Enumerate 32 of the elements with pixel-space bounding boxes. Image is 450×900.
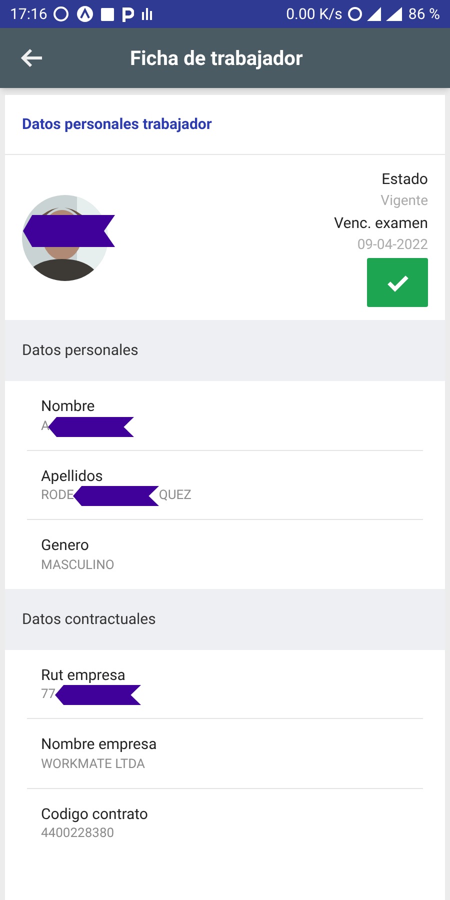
- field-value: A: [41, 418, 50, 436]
- field-label: Nombre: [41, 396, 96, 417]
- exam-date: 09-04-2022: [357, 236, 428, 255]
- status-value: Vigente: [380, 192, 428, 211]
- signal-icon: [367, 7, 382, 21]
- triangle-logo-icon: [77, 6, 94, 22]
- status-label: Estado: [382, 169, 428, 190]
- field-value: QUEZ: [158, 487, 192, 506]
- battery-level: 86 %: [408, 4, 440, 25]
- field-label: Genero: [41, 535, 90, 556]
- field-value: MASCULINO: [41, 556, 114, 575]
- section-header: Datos contractuales: [5, 588, 445, 650]
- field-label: Apellidos: [41, 466, 104, 486]
- screen-title: Ficha de trabajador: [130, 45, 303, 72]
- check-icon: [386, 274, 410, 292]
- card-title: Datos personales trabajador: [5, 95, 445, 155]
- field-label: Codigo contrato: [41, 804, 149, 824]
- parking-icon: [122, 6, 134, 22]
- exam-label: Venc. examen: [334, 213, 428, 234]
- field-label: Rut empresa: [41, 664, 126, 686]
- network-speed: 0.00 K/s: [286, 4, 342, 25]
- field-label: Nombre empresa: [41, 734, 158, 755]
- field-value: WORKMATE LTDA: [41, 756, 146, 774]
- field-value: RODE: [41, 487, 74, 506]
- field-value: 4400228380: [41, 825, 114, 844]
- section-header: Datos personales: [5, 320, 445, 381]
- bar-chart-icon: [142, 8, 154, 20]
- back-arrow-icon[interactable]: [20, 48, 44, 68]
- signal-icon: [386, 7, 402, 21]
- field-value: 77: [41, 686, 56, 704]
- image-icon: [101, 8, 114, 20]
- status-time: 17:16: [10, 4, 48, 25]
